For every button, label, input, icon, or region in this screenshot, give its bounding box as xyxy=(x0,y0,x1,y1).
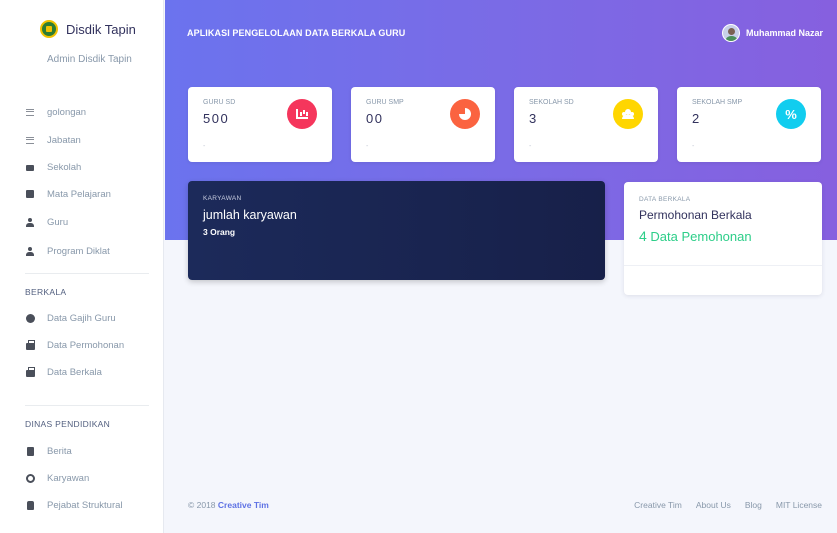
list-icon xyxy=(25,135,35,145)
stat-card-sekolah-sd: SEKOLAH SD 3 - xyxy=(514,87,658,162)
stat-card-guru-sd: GURU SD 500 - xyxy=(188,87,332,162)
list-icon xyxy=(25,107,35,117)
stat-value: 00 xyxy=(366,111,384,126)
sidebar-item-label: Data Permohonan xyxy=(47,339,125,351)
sidebar-divider xyxy=(25,405,149,406)
sidebar-item-label: Mata Pelajaran xyxy=(47,188,111,200)
sidebar-item-karyawan[interactable]: Karyawan xyxy=(25,470,89,486)
footer-copyright: © 2018 Creative Tim xyxy=(188,500,269,510)
stat-card-guru-smp: GURU SMP 00 - xyxy=(351,87,495,162)
brand-logo-icon xyxy=(40,20,58,38)
briefcase-icon xyxy=(25,339,35,350)
avatar xyxy=(721,24,740,42)
card-value-text: Data Pemohonan xyxy=(650,229,752,244)
bar-chart-icon xyxy=(287,99,317,129)
stat-card-sekolah-smp: SEKOLAH SMP 2 % - xyxy=(677,87,821,162)
stat-footer: - xyxy=(203,143,206,150)
card-subtitle: 3 Orang xyxy=(203,227,236,237)
sidebar-item-data-gajih-guru[interactable]: Data Gajih Guru xyxy=(25,310,116,326)
sidebar-item-label: Sekolah xyxy=(47,161,82,173)
circle-icon xyxy=(25,313,35,323)
sidebar-item-golongan[interactable]: golongan xyxy=(25,104,86,120)
pie-chart-icon xyxy=(450,99,480,129)
sidebar-item-label: Program Diklat xyxy=(47,245,110,257)
sidebar-item-mata-pelajaran[interactable]: Mata Pelajaran xyxy=(25,186,111,202)
footer-link-mit-license[interactable]: MIT License xyxy=(776,500,822,510)
footer-link-about-us[interactable]: About Us xyxy=(696,500,731,510)
card-label: KARYAWAN xyxy=(203,195,242,202)
sidebar-item-label: Jabatan xyxy=(47,134,81,146)
section-label-berkala: BERKALA xyxy=(25,287,67,297)
sidebar-item-pejabat-struktural[interactable]: Pejabat Struktural xyxy=(25,497,123,513)
brand-subtitle: Admin Disdik Tapin xyxy=(47,54,132,65)
stat-value: 3 xyxy=(529,111,538,126)
stat-value: 2 xyxy=(692,111,701,126)
footer-links: Creative Tim About Us Blog MIT License xyxy=(620,500,822,510)
sidebar-item-sekolah[interactable]: Sekolah xyxy=(25,159,81,175)
sidebar-item-label: Guru xyxy=(47,216,69,228)
book-icon xyxy=(25,189,35,199)
school-icon xyxy=(25,162,35,172)
news-icon xyxy=(25,446,35,456)
percent-icon: % xyxy=(776,99,806,129)
card-value: 4 Data Pemohonan xyxy=(639,228,752,244)
stat-footer: - xyxy=(692,143,695,150)
person-icon xyxy=(25,217,35,227)
karyawan-card: KARYAWAN jumlah karyawan 3 Orang xyxy=(188,181,605,280)
sidebar-item-data-berkala[interactable]: Data Berkala xyxy=(25,364,102,380)
hand-icon xyxy=(25,500,35,510)
berkala-card: DATA BERKALA Permohonan Berkala 4 Data P… xyxy=(624,182,822,295)
sidebar-item-label: Pejabat Struktural xyxy=(47,499,123,511)
card-divider xyxy=(624,265,822,266)
sidebar-item-guru[interactable]: Guru xyxy=(25,214,68,230)
stat-label: SEKOLAH SD xyxy=(529,99,574,106)
stat-label: SEKOLAH SMP xyxy=(692,99,743,106)
section-label-dinas-pendidikan: DINAS PENDIDIKAN xyxy=(25,419,111,429)
copyright-text: © 2018 xyxy=(188,500,216,510)
person-icon xyxy=(25,246,35,256)
brand-title: Disdik Tapin xyxy=(66,21,136,37)
sidebar-item-label: Berita xyxy=(47,445,72,457)
stat-label: GURU SMP xyxy=(366,99,404,106)
sidebar-item-label: Data Gajih Guru xyxy=(47,312,116,324)
stat-footer: - xyxy=(366,143,369,150)
sidebar-item-program-diklat[interactable]: Program Diklat xyxy=(25,243,110,259)
sidebar-item-label: Data Berkala xyxy=(47,366,102,378)
sidebar-item-label: golongan xyxy=(47,106,87,118)
sidebar-divider xyxy=(25,273,149,274)
sidebar-item-berita[interactable]: Berita xyxy=(25,443,72,459)
stat-value: 500 xyxy=(203,111,230,126)
user-name: Muhammad Nazar xyxy=(745,28,823,38)
user-circle-icon xyxy=(25,473,35,483)
sidebar: Disdik Tapin Admin Disdik Tapin golongan… xyxy=(0,0,164,533)
sidebar-item-label: Karyawan xyxy=(47,472,90,484)
user-menu[interactable]: Muhammad Nazar xyxy=(721,24,823,42)
card-label: DATA BERKALA xyxy=(639,196,691,203)
sidebar-item-jabatan[interactable]: Jabatan xyxy=(25,132,81,148)
page-title: APLIKASI PENGELOLAAN DATA BERKALA GURU xyxy=(187,28,406,38)
creative-tim-link[interactable]: Creative Tim xyxy=(218,500,269,510)
stat-label: GURU SD xyxy=(203,99,236,106)
stat-footer: - xyxy=(529,143,532,150)
briefcase-icon xyxy=(25,366,35,377)
sidebar-item-data-permohonan[interactable]: Data Permohonan xyxy=(25,337,124,353)
footer-link-blog[interactable]: Blog xyxy=(745,500,762,510)
card-value-number: 4 xyxy=(639,228,647,244)
users-icon xyxy=(613,99,643,129)
card-title: jumlah karyawan xyxy=(203,208,297,222)
card-title: Permohonan Berkala xyxy=(639,208,752,222)
brand[interactable]: Disdik Tapin xyxy=(40,20,136,38)
footer-link-creative-tim[interactable]: Creative Tim xyxy=(634,500,682,510)
